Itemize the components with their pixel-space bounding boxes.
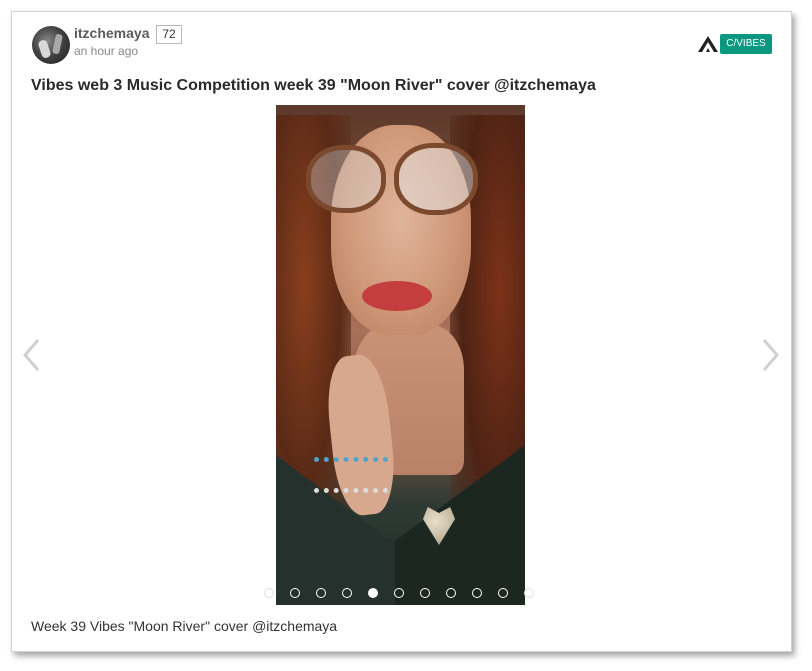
carousel-indicators	[264, 588, 550, 600]
post-card: itzchemaya 72 an hour ago C/VIBES Vibes …	[11, 11, 792, 652]
post-image[interactable]	[276, 105, 525, 605]
carousel-dot[interactable]	[394, 588, 404, 598]
avatar[interactable]	[32, 26, 70, 64]
carousel-dot[interactable]	[264, 588, 274, 598]
carousel-dot[interactable]	[446, 588, 456, 598]
post-caption: Week 39 Vibes "Moon River" cover @itzche…	[31, 618, 338, 634]
carousel-dot-active[interactable]	[368, 588, 378, 598]
carousel-dot[interactable]	[342, 588, 352, 598]
reputation-badge: 72	[156, 25, 182, 44]
carousel-dot[interactable]	[420, 588, 430, 598]
post-timestamp[interactable]: an hour ago	[74, 44, 138, 58]
carousel-dot[interactable]	[498, 588, 508, 598]
carousel-dot[interactable]	[524, 588, 534, 598]
carousel-dot[interactable]	[316, 588, 326, 598]
author-name[interactable]: itzchemaya	[74, 25, 149, 41]
community-badge[interactable]: C/VIBES	[720, 34, 772, 54]
post-title[interactable]: Vibes web 3 Music Competition week 39 "M…	[31, 77, 771, 95]
community-logo-icon[interactable]	[698, 36, 718, 52]
chevron-right-icon[interactable]	[758, 337, 782, 373]
chevron-left-icon[interactable]	[20, 337, 44, 373]
carousel-dot[interactable]	[472, 588, 482, 598]
carousel-dot[interactable]	[290, 588, 300, 598]
